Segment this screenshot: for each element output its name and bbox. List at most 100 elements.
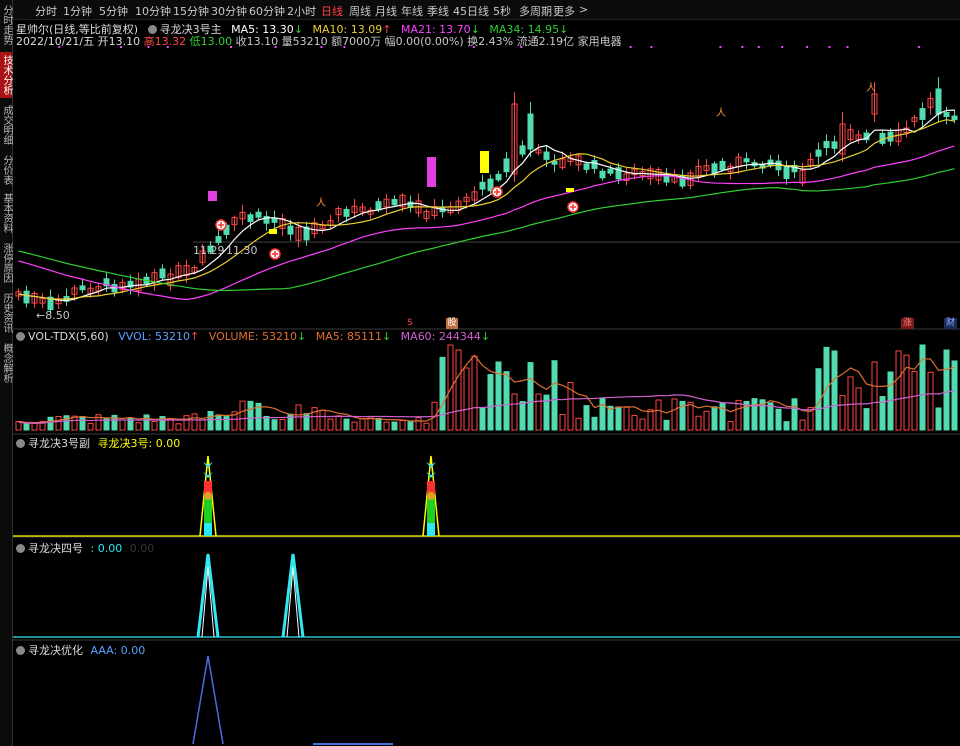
period-tab-2[interactable]: 5分钟 [99, 3, 128, 19]
left-tab-3[interactable]: 分价表 [0, 152, 12, 187]
panel4-value2: 0.00 [129, 542, 155, 555]
volume-bar [151, 420, 158, 431]
panel3-bar-cyan [204, 523, 212, 536]
volume-bar [607, 405, 614, 431]
volume-bar [79, 416, 86, 431]
signal-dot [119, 46, 122, 48]
volume-bar [903, 354, 910, 431]
candle-body [479, 181, 486, 190]
vol-gear-icon[interactable] [16, 332, 25, 341]
period-tab-9[interactable]: 周线 [349, 3, 371, 19]
signal-dot [274, 46, 277, 48]
volume-bar [839, 395, 846, 431]
limit-up-badge[interactable]: 涨 [901, 318, 914, 329]
candle-body [943, 112, 950, 117]
butterfly-icon [203, 472, 213, 478]
kline-chart[interactable]: 人人人 [13, 44, 960, 746]
panel4-gear-icon[interactable] [16, 544, 25, 553]
volume-bar [183, 415, 190, 431]
candle-body [215, 236, 222, 244]
volume-bar [511, 393, 518, 431]
panel3-bar-cyan [427, 523, 435, 536]
volume-bar [791, 398, 798, 431]
left-tab-4[interactable]: 基本资料 [0, 190, 12, 236]
signal-dot [781, 46, 784, 48]
candle-body [23, 290, 30, 304]
low-price-value: 8.50 [45, 309, 70, 322]
panel3-name[interactable]: 寻龙决3号副 [28, 437, 90, 450]
signal-dot [320, 46, 323, 48]
signal-dot [58, 46, 61, 48]
volume-bar [799, 419, 806, 431]
period-tab-13[interactable]: 45日线 [453, 3, 489, 19]
period-tab-4[interactable]: 15分钟 [173, 3, 209, 19]
period-tab-3[interactable]: 10分钟 [135, 3, 171, 19]
s-badge[interactable]: S [405, 318, 415, 329]
period-tab-1[interactable]: 1分钟 [63, 3, 92, 19]
volume-bar [463, 367, 470, 431]
panel5-spike [192, 655, 224, 745]
panel5-name[interactable]: 寻龙决优化 [28, 644, 83, 657]
finance-badge[interactable]: 财 [944, 318, 957, 329]
left-tab-6[interactable]: 历史资讯 [0, 290, 12, 336]
period-tab-16[interactable]: 更多 [553, 3, 575, 19]
volume-bar [559, 414, 566, 431]
panel3-value: 寻龙决3号: 0.00 [97, 437, 181, 450]
left-tab-5[interactable]: 涨停原因 [0, 240, 12, 286]
volume-bar [615, 406, 622, 431]
candle-body [271, 217, 278, 223]
signal-dot [166, 46, 169, 48]
signal-dot [629, 46, 632, 48]
coin-icon [427, 492, 435, 500]
period-tab-8[interactable]: 日线 [321, 3, 343, 19]
volume-bar [695, 415, 702, 431]
volume-bar [319, 409, 326, 431]
period-tab-0[interactable]: 分时 [35, 3, 57, 19]
volume-bar [423, 422, 430, 431]
candle-body [527, 113, 534, 150]
candle-body [719, 160, 726, 171]
signal-block [269, 229, 277, 234]
vol-indicator-name[interactable]: VOL-TDX(5,60) [28, 330, 109, 343]
left-tab-1[interactable]: 技术分析 [0, 52, 12, 98]
candle-body [583, 163, 590, 170]
period-tab-12[interactable]: 季线 [427, 3, 449, 19]
volume-bar [623, 406, 630, 431]
volume-bar [215, 414, 222, 431]
volume-bar [487, 374, 494, 431]
left-tab-0[interactable]: 分时走势 [0, 2, 12, 48]
volume-bar [55, 415, 62, 431]
low-price-label: ←8.50 [36, 309, 70, 322]
panel5-gear-icon[interactable] [16, 646, 25, 655]
candle-body [343, 208, 350, 217]
volume-bar [223, 416, 230, 431]
stock-news-badge[interactable]: 股 [446, 318, 458, 329]
left-tab-2[interactable]: 成交明细 [0, 102, 12, 148]
period-tab-6[interactable]: 60分钟 [249, 3, 285, 19]
candle-body [599, 170, 606, 179]
more-chevron-icon[interactable]: > [579, 3, 588, 16]
period-tab-10[interactable]: 月线 [375, 3, 397, 19]
volume-bar [735, 399, 742, 431]
volume-bar [551, 360, 558, 431]
period-tab-14[interactable]: 5秒 [493, 3, 511, 19]
volume-bar [247, 400, 254, 431]
volume-bar [375, 417, 382, 431]
panel4-spike [196, 553, 220, 638]
volume-bar [919, 344, 926, 431]
volume-bar [503, 371, 510, 431]
volume-bar [575, 417, 582, 431]
volume-bar [143, 414, 150, 431]
period-tab-5[interactable]: 30分钟 [211, 3, 247, 19]
volume-bar [663, 419, 670, 431]
volume-bar [527, 362, 534, 431]
butterfly-icon [426, 472, 436, 478]
period-tab-15[interactable]: 多周期 [519, 3, 552, 19]
period-tab-11[interactable]: 年线 [401, 3, 423, 19]
left-tab-7[interactable]: 概念解析 [0, 340, 12, 386]
period-tab-7[interactable]: 2小时 [287, 3, 316, 19]
panel4-name[interactable]: 寻龙决四号 [28, 542, 83, 555]
ref-price-label-1: 11.29 [193, 244, 225, 257]
candle-body [951, 115, 958, 121]
panel3-gear-icon[interactable] [16, 439, 25, 448]
